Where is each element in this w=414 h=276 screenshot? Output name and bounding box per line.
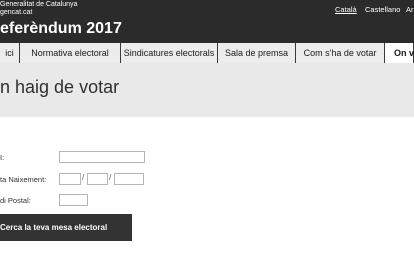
language-link-catala[interactable]: Català (335, 5, 357, 14)
postal-code-input[interactable] (59, 194, 88, 206)
tab-normativa-electoral[interactable]: Normativa electoral (20, 43, 121, 63)
tab-sindicatures-electorals[interactable]: Sindicatures electorals (121, 43, 218, 63)
page-title: n haig de votar (0, 77, 120, 97)
birthdate-month-input[interactable] (87, 173, 108, 185)
field1-label: I: (0, 153, 5, 162)
birthdate-separator: / (82, 173, 85, 182)
language-link-castellano[interactable]: Castellano (365, 5, 400, 14)
page-title-band: n haig de votar (0, 63, 414, 117)
logo-line-1: Generalitat de Catalunya (0, 1, 78, 8)
logo-line-2: gencat.cat (0, 9, 33, 16)
generalitat-logo[interactable]: Generalitat de Catalunya gencat.cat (0, 1, 77, 17)
site-title[interactable]: eferèndum 2017 (0, 20, 122, 38)
birthdate-separator: / (109, 173, 112, 182)
main-navigation: ici Normativa electoral Sindicatures ele… (0, 43, 414, 63)
birthdate-day-input[interactable] (59, 173, 81, 185)
tab-on-votar[interactable]: On vo (385, 43, 414, 63)
birthdate-label: ta Naixement: (0, 175, 47, 184)
field1-input[interactable] (59, 151, 145, 163)
search-polling-station-button[interactable]: Cerca la teva mesa electoral (0, 214, 132, 241)
tab-inici[interactable]: ici (0, 43, 20, 63)
postal-code-label: di Postal: (0, 196, 31, 205)
tab-sala-de-premsa[interactable]: Sala de premsa (218, 43, 296, 63)
tab-com-sha-de-votar[interactable]: Com s'ha de votar (296, 43, 385, 63)
language-link-aranes[interactable]: Ar (406, 5, 414, 14)
birthdate-year-input[interactable] (114, 173, 144, 185)
